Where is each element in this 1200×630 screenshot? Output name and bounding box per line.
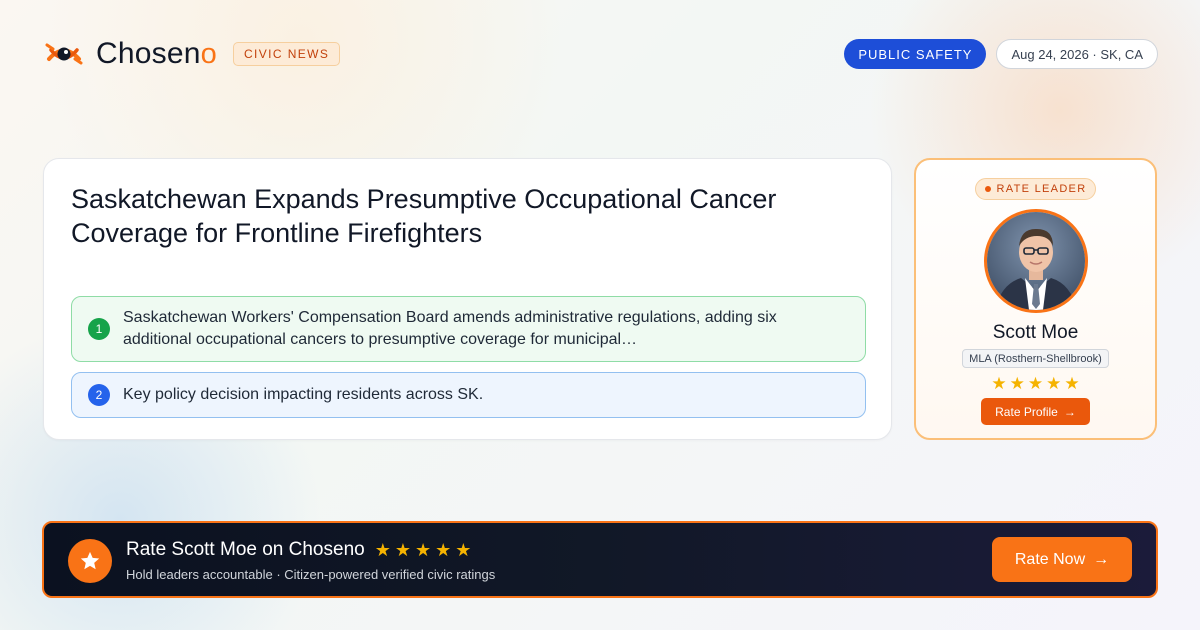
brand-name-accent: o <box>200 38 217 70</box>
brand-name: Choseno <box>96 37 217 71</box>
point-number-badge: 1 <box>88 318 110 340</box>
point-text: Key policy decision impacting residents … <box>123 386 484 403</box>
rate-now-button[interactable]: Rate Now → <box>992 537 1132 582</box>
leader-role-badge: MLA (Rosthern-Shellbrook) <box>962 349 1109 368</box>
star-icon: ★ <box>1027 374 1044 393</box>
rate-banner: Rate Scott Moe on Choseno ★ ★ ★ ★ ★ Hold lea… <box>42 521 1158 598</box>
banner-subtitle: Hold leaders accountable · Citizen-power… <box>126 567 496 582</box>
banner-title: Rate Scott Moe on Choseno <box>126 539 365 560</box>
brand-name-main: Chosen <box>96 37 201 70</box>
header: Choseno CIVIC NEWS PUBLIC SAFETY Aug 24,… <box>44 36 1158 72</box>
star-icon: ★ <box>1064 374 1080 393</box>
rate-profile-button[interactable]: Rate Profile → <box>981 398 1090 425</box>
arrow-right-icon: → <box>1093 550 1110 568</box>
star-icon: ★ <box>394 540 411 560</box>
rate-leader-badge: RATE LEADER <box>974 178 1097 200</box>
point-text: Saskatchewan Workers' Compensation Board… <box>123 309 777 348</box>
banner-rating-stars: ★ ★ ★ ★ ★ <box>375 540 472 560</box>
key-point-2: 2 Key policy decision impacting resident… <box>71 372 866 418</box>
star-icon: ★ <box>455 540 472 560</box>
star-icon: ★ <box>374 540 391 560</box>
rate-profile-label: Rate Profile <box>995 404 1058 419</box>
star-icon: ★ <box>435 540 452 560</box>
point-number-badge: 2 <box>88 384 110 406</box>
star-icon <box>80 551 100 570</box>
rate-leader-label: RATE LEADER <box>996 183 1087 195</box>
leader-avatar[interactable] <box>983 209 1088 313</box>
date-location-pill: Aug 24, 2026 · SK, CA <box>996 39 1158 69</box>
category-pill[interactable]: PUBLIC SAFETY <box>844 39 987 69</box>
star-badge-icon <box>68 539 112 583</box>
banner-title-row: Rate Scott Moe on Choseno ★ ★ ★ ★ ★ <box>126 539 471 561</box>
arrow-right-icon: → <box>1063 404 1076 419</box>
brand[interactable]: Choseno CIVIC NEWS <box>44 36 341 72</box>
leader-portrait-image <box>986 212 1085 310</box>
dot-icon <box>984 186 991 192</box>
key-point-1: 1 Saskatchewan Workers' Compensation Boa… <box>71 296 866 362</box>
rate-now-label: Rate Now <box>1014 550 1086 568</box>
leader-rating-stars: ★ ★ ★ ★ ★ <box>991 374 1079 394</box>
leader-card: RATE LEADER Scott Moe MLA (Rosthern-Shel… <box>914 158 1157 440</box>
header-meta: PUBLIC SAFETY Aug 24, 2026 · SK, CA <box>844 39 1158 69</box>
star-icon: ★ <box>1046 374 1062 393</box>
civic-news-badge: CIVIC NEWS <box>232 42 341 66</box>
article-headline: Saskatchewan Expands Presumptive Occupat… <box>71 184 777 248</box>
leader-name: Scott Moe <box>992 322 1079 343</box>
star-icon: ★ <box>1009 374 1025 393</box>
article-card: Saskatchewan Expands Presumptive Occupat… <box>43 158 892 440</box>
eye-logo-icon <box>45 43 83 65</box>
star-icon: ★ <box>414 540 432 560</box>
star-icon: ★ <box>991 374 1007 393</box>
